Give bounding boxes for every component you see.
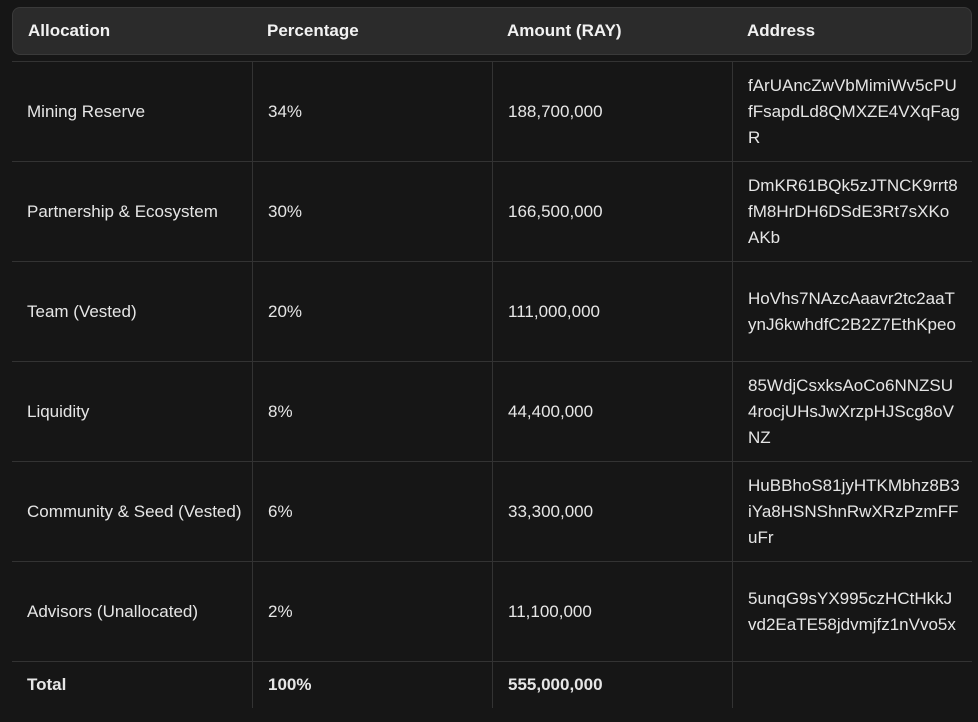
table-row: Liquidity 8% 44,400,000 85WdjCsxksAoCo6N… [12, 362, 972, 462]
total-row: Total 100% 555,000,000 [12, 662, 972, 708]
address-cell[interactable]: HuBBhoS81jyHTKMbhz8B3iYa8HSNShnRwXRzPzmF… [732, 462, 972, 562]
table-row: Advisors (Unallocated) 2% 11,100,000 5un… [12, 562, 972, 662]
total-percentage: 100% [252, 662, 492, 708]
amount-cell: 188,700,000 [492, 62, 732, 162]
header-percentage: Percentage [252, 7, 492, 55]
total-label: Total [27, 675, 67, 694]
header-row: Allocation Percentage Amount (RAY) Addre… [12, 7, 972, 55]
address-cell[interactable]: 85WdjCsxksAoCo6NNZSU4rocjUHsJwXrzpHJScg8… [732, 362, 972, 462]
table-row: Mining Reserve 34% 188,700,000 fArUAncZw… [12, 62, 972, 162]
header-spacer [12, 55, 972, 62]
allocation-cell: Advisors (Unallocated) [12, 562, 252, 662]
table-header: Allocation Percentage Amount (RAY) Addre… [12, 7, 972, 55]
percentage-cell: 6% [252, 462, 492, 562]
allocation-table-container: Allocation Percentage Amount (RAY) Addre… [12, 7, 972, 708]
table-row: Community & Seed (Vested) 6% 33,300,000 … [12, 462, 972, 562]
percentage-cell: 34% [252, 62, 492, 162]
percentage-cell: 20% [252, 262, 492, 362]
amount-cell: 44,400,000 [492, 362, 732, 462]
allocation-cell: Partnership & Ecosystem [12, 162, 252, 262]
table-body: Mining Reserve 34% 188,700,000 fArUAncZw… [12, 55, 972, 708]
table-row: Partnership & Ecosystem 30% 166,500,000 … [12, 162, 972, 262]
percentage-cell: 2% [252, 562, 492, 662]
address-cell[interactable]: fArUAncZwVbMimiWv5cPUfFsapdLd8QMXZE4VXqF… [732, 62, 972, 162]
allocation-table: Allocation Percentage Amount (RAY) Addre… [12, 7, 972, 708]
spacer-cell [12, 55, 972, 62]
address-cell[interactable]: 5unqG9sYX995czHCtHkkJvd2EaTE58jdvmjfz1nV… [732, 562, 972, 662]
amount-cell: 33,300,000 [492, 462, 732, 562]
percentage-cell: 30% [252, 162, 492, 262]
amount-cell: 166,500,000 [492, 162, 732, 262]
amount-cell: 11,100,000 [492, 562, 732, 662]
allocation-cell: Community & Seed (Vested) [12, 462, 252, 562]
amount-cell: 111,000,000 [492, 262, 732, 362]
allocation-cell: Team (Vested) [12, 262, 252, 362]
allocation-cell: Liquidity [12, 362, 252, 462]
header-allocation: Allocation [12, 7, 252, 55]
header-address: Address [732, 7, 972, 55]
table-row: Team (Vested) 20% 111,000,000 HoVhs7NAzc… [12, 262, 972, 362]
percentage-cell: 8% [252, 362, 492, 462]
header-amount: Amount (RAY) [492, 7, 732, 55]
total-amount: 555,000,000 [492, 662, 732, 708]
total-address [732, 662, 972, 708]
allocation-cell: Mining Reserve [12, 62, 252, 162]
address-cell[interactable]: HoVhs7NAzcAaavr2tc2aaTynJ6kwhdfC2B2Z7Eth… [732, 262, 972, 362]
address-cell[interactable]: DmKR61BQk5zJTNCK9rrt8fM8HrDH6DSdE3Rt7sXK… [732, 162, 972, 262]
